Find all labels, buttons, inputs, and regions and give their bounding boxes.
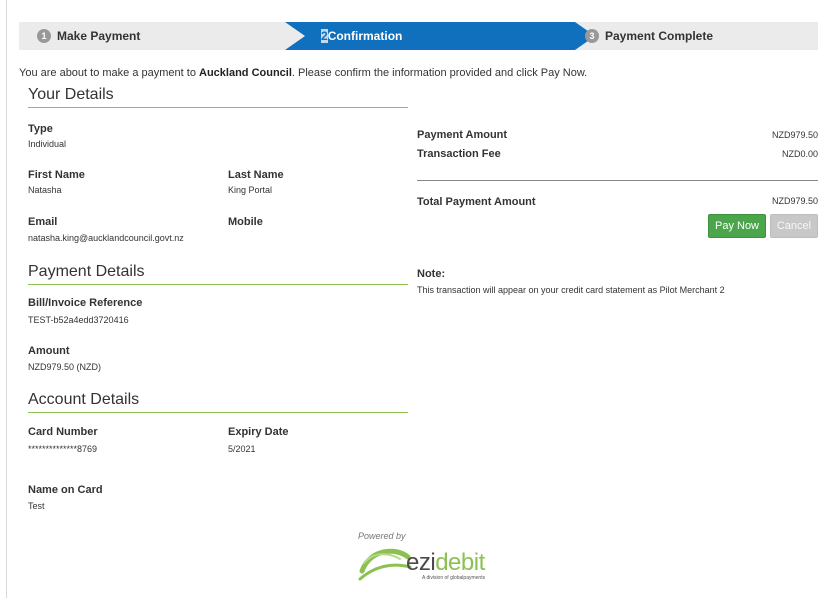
- progress-stepper: 1 Make Payment 2 Confirmation 3 Payment …: [19, 22, 818, 50]
- transaction-fee-value: NZD0.00: [781, 149, 818, 159]
- last-name-value: King Portal: [228, 185, 273, 195]
- intro-prefix: You are about to make a payment to: [19, 67, 199, 79]
- reference-label: Bill/Invoice Reference: [28, 297, 143, 309]
- logo-suffix: debit: [435, 549, 485, 576]
- merchant-name: Auckland Council: [199, 67, 292, 79]
- expiry-label: Expiry Date: [228, 426, 289, 438]
- mobile-label: Mobile: [228, 216, 263, 228]
- note-label: Note:: [417, 268, 446, 280]
- powered-by-text: Powered by: [358, 531, 406, 541]
- last-name-label: Last Name: [228, 169, 284, 181]
- total-amount-label: Total Payment Amount: [417, 196, 536, 208]
- card-number-value: **************8769: [28, 444, 98, 454]
- step-make-payment: 1 Make Payment: [37, 22, 140, 50]
- transaction-fee-label: Transaction Fee: [417, 148, 501, 160]
- payment-details-heading: Payment Details: [28, 263, 408, 285]
- note-text: This transaction will appear on your cre…: [417, 285, 725, 295]
- pay-now-button[interactable]: Pay Now: [708, 214, 766, 238]
- logo-wordmark: ezidebit: [406, 549, 485, 577]
- intro-text: You are about to make a payment to Auckl…: [19, 67, 587, 79]
- step-label: Payment Complete: [605, 29, 714, 43]
- step-number-badge: 2: [321, 29, 328, 43]
- first-name-label: First Name: [28, 169, 85, 181]
- your-details-heading: Your Details: [28, 86, 408, 108]
- summary-divider: [417, 180, 818, 181]
- type-label: Type: [28, 123, 53, 135]
- name-on-card-label: Name on Card: [28, 484, 103, 496]
- total-amount-value: NZD979.50: [771, 196, 818, 206]
- payment-amount-value: NZD979.50: [771, 130, 818, 140]
- type-value: Individual: [28, 139, 67, 149]
- intro-suffix: . Please confirm the information provide…: [291, 67, 588, 79]
- amount-value: NZD979.50 (NZD): [28, 362, 102, 372]
- account-details-heading: Account Details: [28, 391, 408, 413]
- name-on-card-value: Test: [28, 501, 45, 511]
- page-border: [6, 0, 7, 598]
- logo-prefix: ezi: [406, 549, 436, 576]
- email-label: Email: [28, 216, 58, 228]
- step-payment-complete: 3 Payment Complete: [585, 22, 713, 50]
- logo-tagline: A division of globalpayments: [422, 575, 486, 581]
- step-confirmation: 2 Confirmation: [285, 22, 595, 50]
- ezidebit-logo[interactable]: ezidebit A division of globalpayments: [356, 543, 506, 585]
- step-label: Make Payment: [57, 29, 141, 43]
- reference-value: TEST-b52a4edd3720416: [28, 315, 129, 325]
- amount-label: Amount: [28, 345, 70, 357]
- card-number-label: Card Number: [28, 426, 98, 438]
- email-value: natasha.king@aucklandcouncil.govt.nz: [28, 233, 184, 243]
- cancel-button[interactable]: Cancel: [770, 214, 818, 238]
- step-number-badge: 1: [37, 29, 51, 43]
- first-name-value: Natasha: [28, 185, 62, 195]
- step-number-badge: 3: [585, 29, 599, 43]
- payment-amount-label: Payment Amount: [417, 129, 508, 141]
- expiry-value: 5/2021: [228, 444, 256, 454]
- step-label: Confirmation: [327, 29, 403, 43]
